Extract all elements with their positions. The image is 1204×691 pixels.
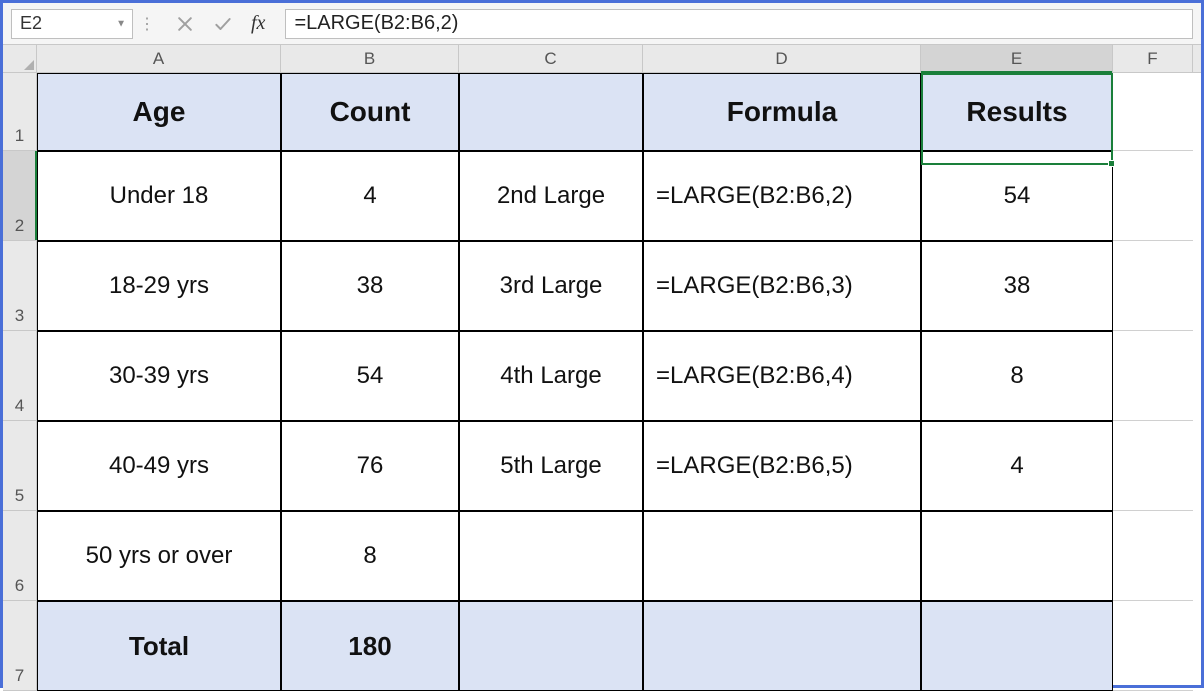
cell-B6[interactable]: 8 [281,511,459,601]
col-header-F[interactable]: F [1113,45,1193,72]
table-row: 2 Under 18 4 2nd Large =LARGE(B2:B6,2) 5… [3,151,1201,241]
cell-A3[interactable]: 18-29 yrs [37,241,281,331]
formula-bar: E2 ▼ ⋮ fx =LARGE(B2:B6,2) [3,3,1201,45]
cell-B4[interactable]: 54 [281,331,459,421]
row-header-3[interactable]: 3 [3,241,37,331]
cell-A7[interactable]: Total [37,601,281,691]
cell-B3[interactable]: 38 [281,241,459,331]
cell-D5[interactable]: =LARGE(B2:B6,5) [643,421,921,511]
cell-E3[interactable]: 38 [921,241,1113,331]
row-header-5[interactable]: 5 [3,421,37,511]
table-header-row: 1 Age Count Formula Results [3,73,1201,151]
cell-C1[interactable] [459,73,643,151]
cell-F4[interactable] [1113,331,1193,421]
cell-C7[interactable] [459,601,643,691]
separator: ⋮ [133,3,161,44]
table-row: 6 50 yrs or over 8 [3,511,1201,601]
cell-F7[interactable] [1113,601,1193,691]
header-age[interactable]: Age [37,73,281,151]
row-header-7[interactable]: 7 [3,601,37,691]
header-results[interactable]: Results [921,73,1113,151]
cell-E4[interactable]: 8 [921,331,1113,421]
table-row: 3 18-29 yrs 38 3rd Large =LARGE(B2:B6,3)… [3,241,1201,331]
rows: 1 Age Count Formula Results 2 Under 18 4… [3,73,1201,691]
table-row: 5 40-49 yrs 76 5th Large =LARGE(B2:B6,5)… [3,421,1201,511]
formula-text: =LARGE(B2:B6,2) [294,12,458,35]
col-header-E[interactable]: E [921,45,1113,72]
cell-E5[interactable]: 4 [921,421,1113,511]
header-formula[interactable]: Formula [643,73,921,151]
cell-F5[interactable] [1113,421,1193,511]
cell-F6[interactable] [1113,511,1193,601]
cell-B7[interactable]: 180 [281,601,459,691]
fx-icon[interactable]: fx [251,12,271,35]
cell-C6[interactable] [459,511,643,601]
cell-D6[interactable] [643,511,921,601]
cell-E6[interactable] [921,511,1113,601]
cell-F1[interactable] [1113,73,1193,151]
total-row: 7 Total 180 [3,601,1201,691]
cell-E7[interactable] [921,601,1113,691]
cancel-icon[interactable] [175,14,195,34]
col-header-D[interactable]: D [643,45,921,72]
col-header-A[interactable]: A [37,45,281,72]
row-header-6[interactable]: 6 [3,511,37,601]
cell-A2[interactable]: Under 18 [37,151,281,241]
formula-bar-buttons: fx [161,3,285,44]
cell-B2[interactable]: 4 [281,151,459,241]
cell-C4[interactable]: 4th Large [459,331,643,421]
cell-D4[interactable]: =LARGE(B2:B6,4) [643,331,921,421]
cell-C5[interactable]: 5th Large [459,421,643,511]
column-headers: A B C D E F [3,45,1201,73]
cell-A6[interactable]: 50 yrs or over [37,511,281,601]
cell-B5[interactable]: 76 [281,421,459,511]
cell-D2[interactable]: =LARGE(B2:B6,2) [643,151,921,241]
row-header-1[interactable]: 1 [3,73,37,151]
cell-E2[interactable]: 54 [921,151,1113,241]
cell-F2[interactable] [1113,151,1193,241]
row-header-2[interactable]: 2 [3,151,37,241]
name-box-dropdown-icon[interactable]: ▼ [116,18,126,29]
select-all-corner[interactable] [3,45,37,72]
cell-reference: E2 [20,13,42,34]
cell-C3[interactable]: 3rd Large [459,241,643,331]
formula-input[interactable]: =LARGE(B2:B6,2) [285,9,1193,39]
cell-A4[interactable]: 30-39 yrs [37,331,281,421]
header-count[interactable]: Count [281,73,459,151]
cell-C2[interactable]: 2nd Large [459,151,643,241]
name-box[interactable]: E2 ▼ [11,9,133,39]
table-row: 4 30-39 yrs 54 4th Large =LARGE(B2:B6,4)… [3,331,1201,421]
cell-F3[interactable] [1113,241,1193,331]
enter-icon[interactable] [213,14,233,34]
cell-D7[interactable] [643,601,921,691]
cell-A5[interactable]: 40-49 yrs [37,421,281,511]
col-header-B[interactable]: B [281,45,459,72]
spreadsheet-grid: A B C D E F 1 Age Count Formula Results … [3,45,1201,685]
row-header-4[interactable]: 4 [3,331,37,421]
col-header-C[interactable]: C [459,45,643,72]
cell-D3[interactable]: =LARGE(B2:B6,3) [643,241,921,331]
